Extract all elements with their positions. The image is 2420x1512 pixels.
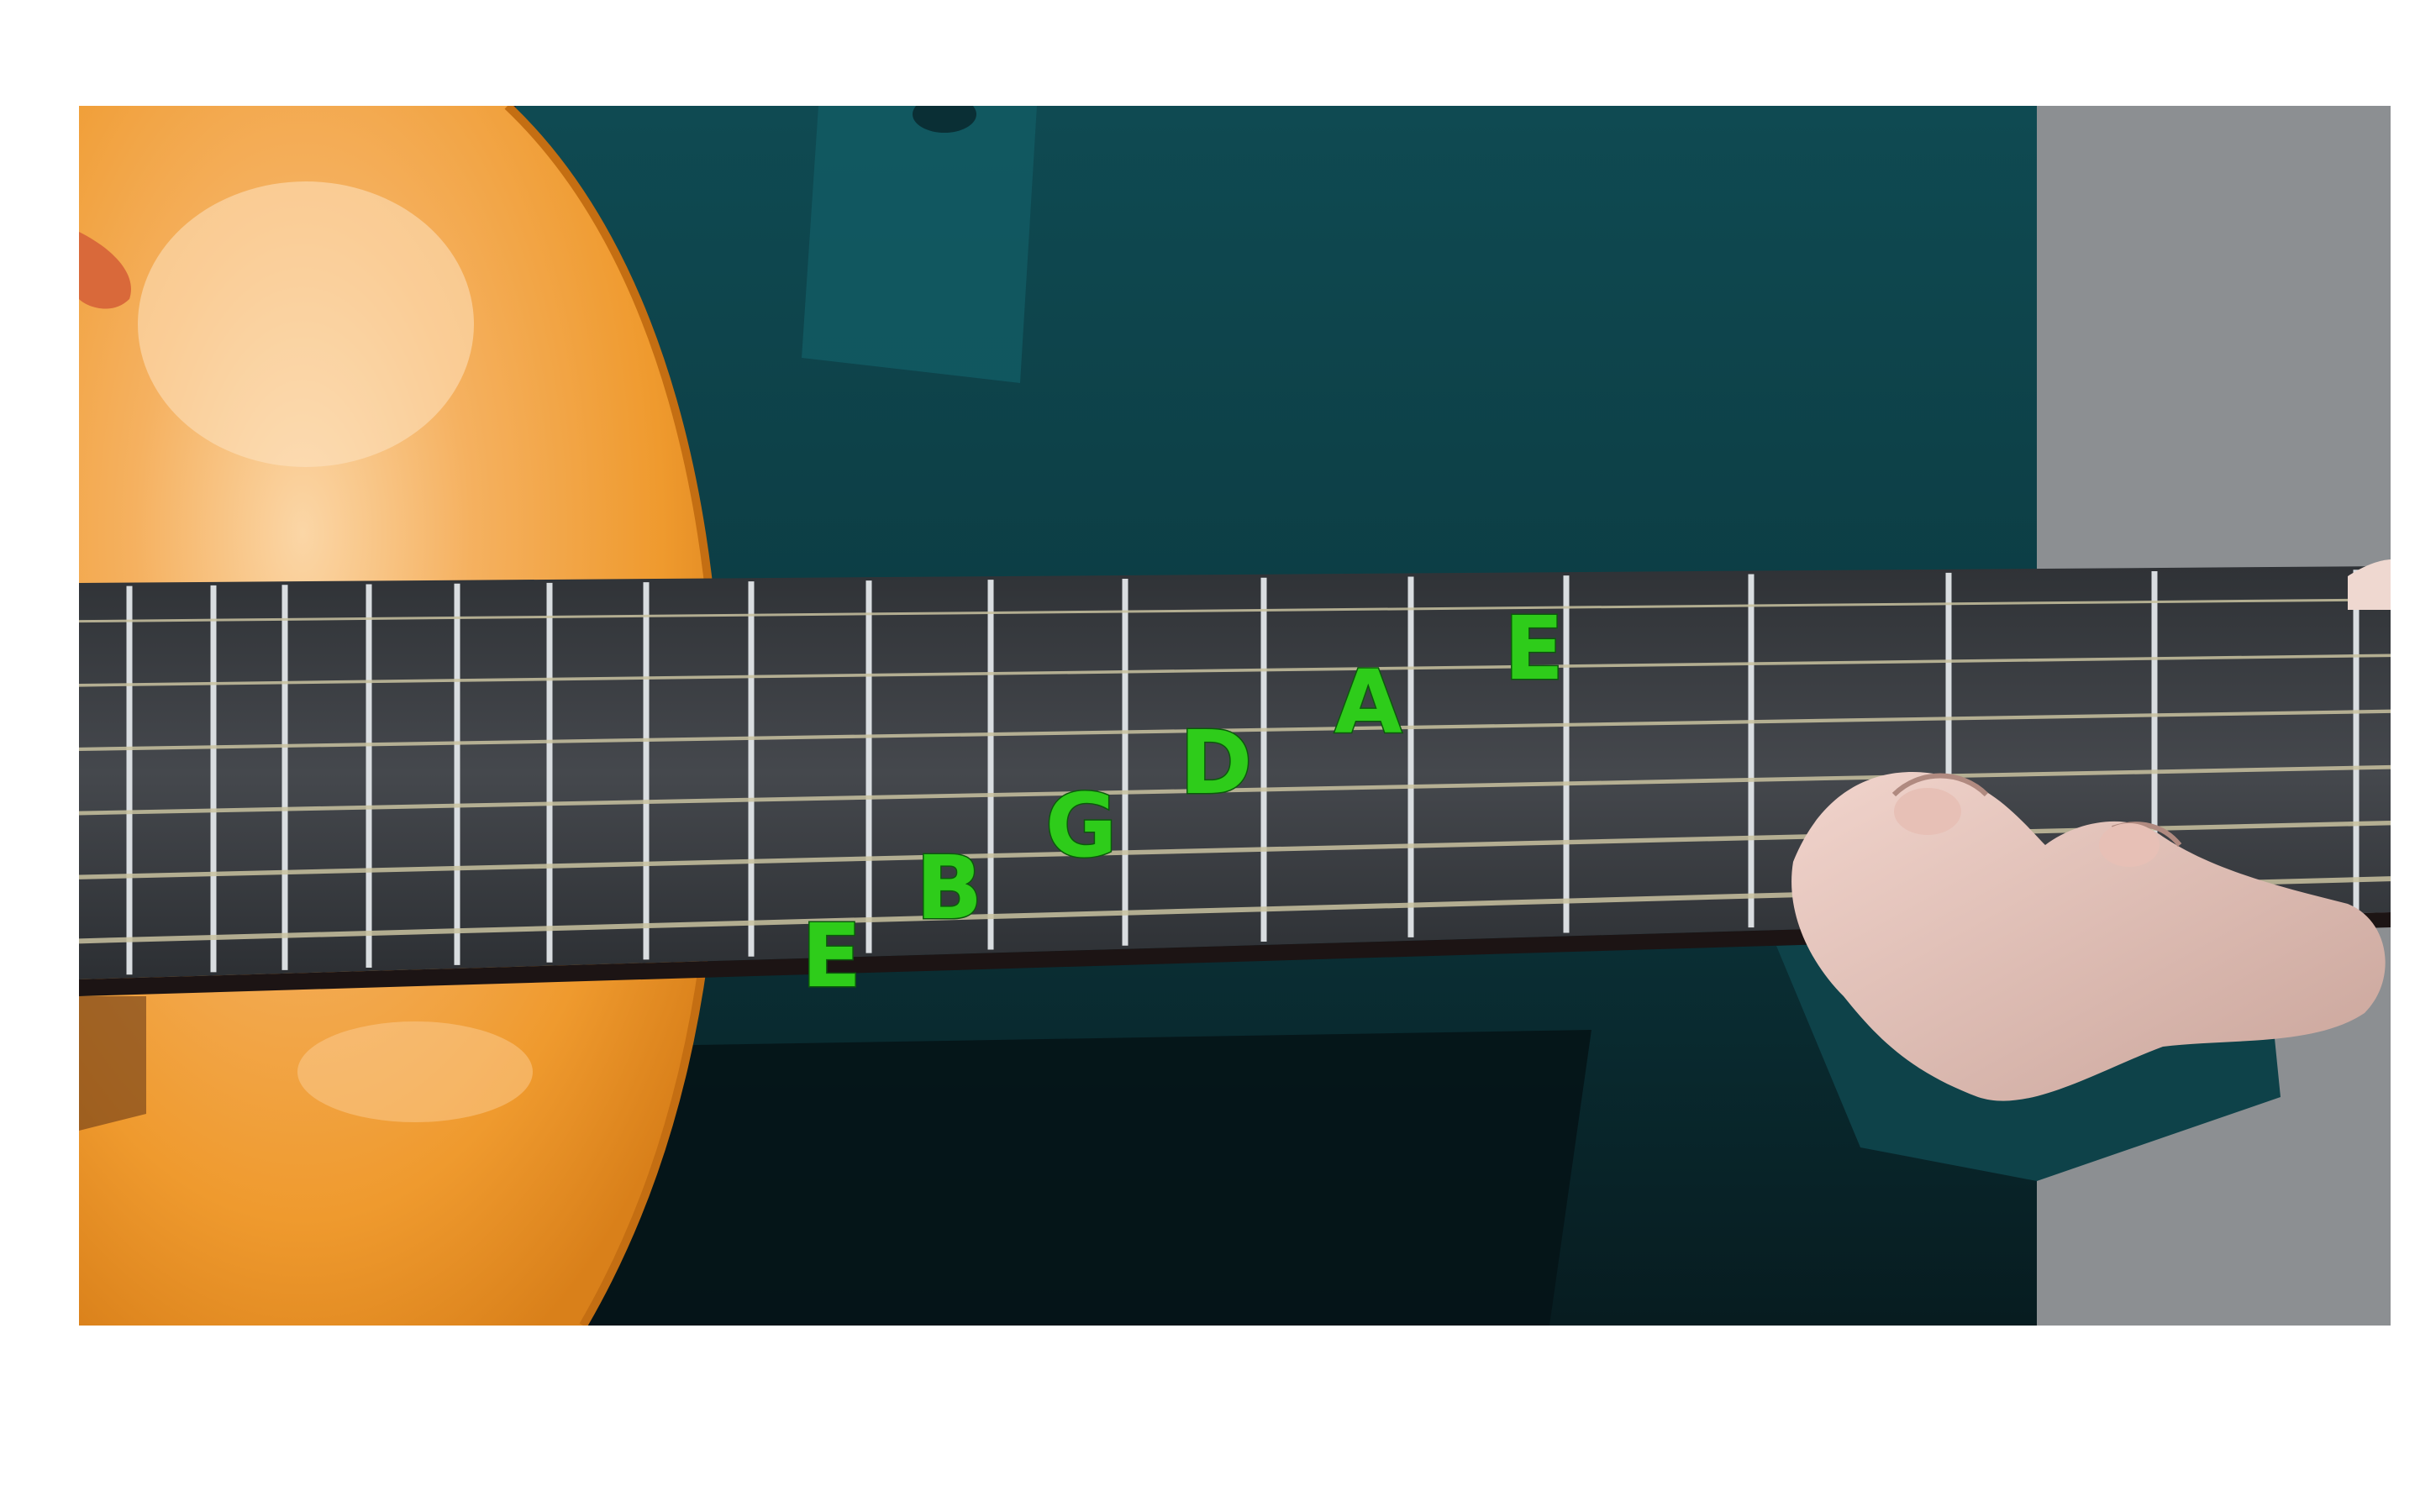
- string-label-g: G: [1045, 774, 1117, 877]
- string-label-a: A: [1334, 651, 1402, 753]
- body-highlight: [138, 181, 474, 467]
- string-label-e-high: E: [1504, 597, 1564, 700]
- string-label-e-low: E: [802, 905, 861, 1007]
- body-highlight-2: [297, 1021, 533, 1122]
- string-label-b: B: [916, 837, 982, 939]
- soundhole-rosette: [79, 996, 146, 1131]
- guitar-fretboard-photo: E B G D A E: [79, 106, 2391, 1326]
- shirt-placket: [802, 106, 1037, 383]
- pants: [583, 1030, 1591, 1326]
- string-label-d: D: [1180, 711, 1252, 814]
